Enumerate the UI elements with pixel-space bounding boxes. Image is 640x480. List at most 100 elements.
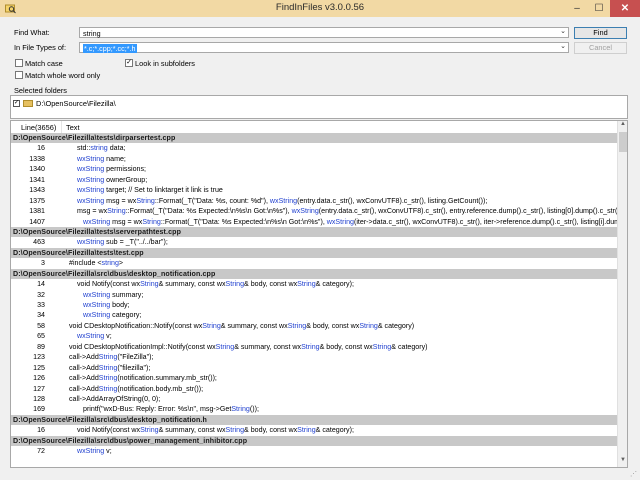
find-button[interactable]: Find <box>574 27 627 39</box>
look-in-subfolders-label[interactable]: Look in subfolders <box>135 59 195 68</box>
text-segment: (notification.body.mb_str()); <box>117 384 204 393</box>
file-path: D:\OpenSource\Filezilla\src\dbus\power_m… <box>13 436 248 445</box>
result-row[interactable]: 126 call->AddString(notification.summary.… <box>11 373 617 383</box>
match-highlight: wxString <box>83 301 111 309</box>
match-highlight: wxString <box>269 196 298 205</box>
result-row[interactable]: 65 wxString v; <box>11 331 617 341</box>
result-row[interactable]: 72 wxString v; <box>11 446 617 456</box>
file-types-value: *.c;*.cpp;*.cc;*.h <box>83 44 137 53</box>
match-text: wxString msg = wxString::Format(_T("Data… <box>83 218 617 226</box>
window-title: FindInFiles v3.0.0.56 <box>275 2 365 13</box>
chevron-down-icon[interactable]: ⌄ <box>560 42 566 50</box>
text-segment: (entry.data.c_str(), wxConvUTF8).c_str()… <box>297 196 488 205</box>
text-segment: void Notify(const wx <box>77 426 141 435</box>
result-row[interactable]: 125 call->AddString("filezilla"); <box>11 363 617 373</box>
text-segment: ("FileZilla"); <box>117 353 154 362</box>
chevron-down-icon[interactable]: ⌄ <box>560 27 566 35</box>
line-number: 16 <box>37 426 45 435</box>
file-group-header[interactable]: D:\OpenSource\Filezilla\tests\serverpath… <box>11 226 617 238</box>
selected-folders-list[interactable]: ✓ D:\OpenSource\Filezilla\ <box>10 95 628 119</box>
match-highlight: wxString <box>77 196 105 205</box>
result-row[interactable]: 16 void Notify(const wxString& summary, c… <box>11 425 617 435</box>
match-highlight: String <box>140 426 159 435</box>
file-group-header[interactable]: D:\OpenSource\Filezilla\tests\dirparsert… <box>11 133 617 144</box>
match-highlight: String <box>140 280 159 289</box>
column-header-line[interactable]: Line(3656) <box>21 123 56 132</box>
result-row[interactable]: 1341 wxString ownerGroup; <box>11 175 617 185</box>
text-segment: & body, const wx <box>306 321 360 330</box>
file-group-header[interactable]: D:\OpenSource\Filezilla\src\dbus\power_m… <box>11 435 617 447</box>
match-highlight: wxString <box>77 332 105 341</box>
match-text: msg = wxString::Format(_T("Data: %s Expe… <box>77 207 617 215</box>
result-row[interactable]: 1375 wxString msg = wxString::Format(_T("… <box>11 196 617 206</box>
line-number: 1341 <box>29 175 45 184</box>
file-path: D:\OpenSource\Filezilla\tests\serverpath… <box>13 227 182 236</box>
line-number: 463 <box>33 238 45 247</box>
result-row[interactable]: 58 void CDesktopNotification::Notify(cons… <box>11 321 617 331</box>
result-row[interactable]: 1338 wxString name; <box>11 154 617 164</box>
match-highlight: wxString <box>77 238 105 247</box>
folder-item[interactable]: ✓ D:\OpenSource\Filezilla\ <box>13 98 116 108</box>
result-row[interactable]: 34 wxString category; <box>11 310 617 320</box>
match-highlight: string <box>90 144 108 153</box>
match-highlight: String <box>215 342 235 351</box>
results-list[interactable]: Line(3656) Text D:\OpenSource\Filezilla\… <box>10 120 628 468</box>
match-highlight: String <box>297 426 316 435</box>
scroll-up-icon[interactable]: ▲ <box>618 121 627 131</box>
match-highlight: wxString <box>291 207 319 216</box>
text-segment: ::Format(_T("Data: %s Expected:\n%s\n Go… <box>125 207 292 216</box>
file-group-header[interactable]: D:\OpenSource\Filezilla\tests\test.cpp <box>11 247 617 259</box>
scroll-down-icon[interactable]: ▼ <box>618 457 627 467</box>
match-text: call->AddString(notification.body.mb_str… <box>69 385 203 393</box>
match-highlight: wxString <box>77 447 105 456</box>
result-row[interactable]: 128 call->AddArrayOfString(0, 0); <box>11 394 617 404</box>
column-separator[interactable] <box>61 121 62 133</box>
maximize-button[interactable]: ☐ <box>588 0 610 17</box>
file-types-combo[interactable]: *.c;*.cpp;*.cc;*.h ⌄ <box>79 42 569 53</box>
result-row[interactable]: 14 void Notify(const wxString& summary, c… <box>11 279 617 289</box>
file-path: D:\OpenSource\Filezilla\src\dbus\desktop… <box>13 415 207 424</box>
scroll-thumb[interactable] <box>619 132 627 152</box>
match-highlight: wxString <box>77 154 105 163</box>
match-highlight: String <box>225 426 245 435</box>
result-row[interactable]: 16 std::string data; <box>11 143 617 153</box>
result-row[interactable]: 463 wxString sub = _T("../../bar"); <box>11 237 617 247</box>
cancel-button[interactable]: Cancel <box>574 42 627 54</box>
resize-grip-icon[interactable]: ⋰ <box>630 470 638 478</box>
result-row[interactable]: 32 wxString summary; <box>11 290 617 300</box>
result-row[interactable]: 127 call->AddString(notification.body.mb_… <box>11 384 617 394</box>
result-row[interactable]: 123 call->AddString("FileZilla"); <box>11 352 617 362</box>
file-group-header[interactable]: D:\OpenSource\Filezilla\src\dbus\desktop… <box>11 268 617 280</box>
text-segment: call->Add <box>69 353 99 362</box>
folder-checkbox[interactable]: ✓ <box>13 99 20 107</box>
result-row[interactable]: 3 #include <string> <box>11 258 617 268</box>
match-highlight: wxString <box>83 217 111 226</box>
match-highlight: String <box>359 321 378 330</box>
close-button[interactable]: ✕ <box>610 0 640 17</box>
result-row[interactable]: 1343 wxString target; // Set to linktarge… <box>11 185 617 195</box>
text-segment: ownerGroup; <box>104 175 148 184</box>
text-segment: #include < <box>69 259 102 268</box>
find-what-label: Find What: <box>14 28 50 37</box>
result-row[interactable]: 1340 wxString permissions; <box>11 164 617 174</box>
find-what-combo[interactable]: string ⌄ <box>79 27 569 38</box>
vertical-scrollbar[interactable]: ▲ ▼ <box>617 121 627 467</box>
match-highlight: String <box>372 342 392 351</box>
file-group-header[interactable]: D:\OpenSource\Filezilla\src\dbus\desktop… <box>11 414 617 426</box>
match-highlight: String <box>301 342 320 351</box>
match-case-label[interactable]: Match case <box>25 59 63 68</box>
result-row[interactable]: 89 void CDesktopNotificationImpl::Notify(… <box>11 342 617 352</box>
result-row[interactable]: 169 printf("wxD-Bus: Reply: Error: %s\n",… <box>11 404 617 414</box>
title-bar[interactable]: FindInFiles v3.0.0.56 – ☐ ✕ <box>0 0 640 17</box>
match-case-checkbox[interactable] <box>15 59 23 67</box>
result-row[interactable]: 1381 msg = wxString::Format(_T("Data: %s … <box>11 206 617 216</box>
minimize-button[interactable]: – <box>566 0 588 17</box>
text-segment: ::Format(_T("Data: %s Expected:\n%s\n Go… <box>160 217 327 226</box>
match-whole-word-label[interactable]: Match whole word only <box>25 71 100 80</box>
result-row[interactable]: 33 wxString body; <box>11 300 617 310</box>
look-in-subfolders-checkbox[interactable]: ✓ <box>125 59 133 67</box>
result-row[interactable]: 1407 wxString msg = wxString::Format(_T("… <box>11 217 617 227</box>
line-number: 128 <box>33 394 45 403</box>
match-whole-word-checkbox[interactable] <box>15 71 23 79</box>
column-header-text[interactable]: Text <box>66 123 80 132</box>
